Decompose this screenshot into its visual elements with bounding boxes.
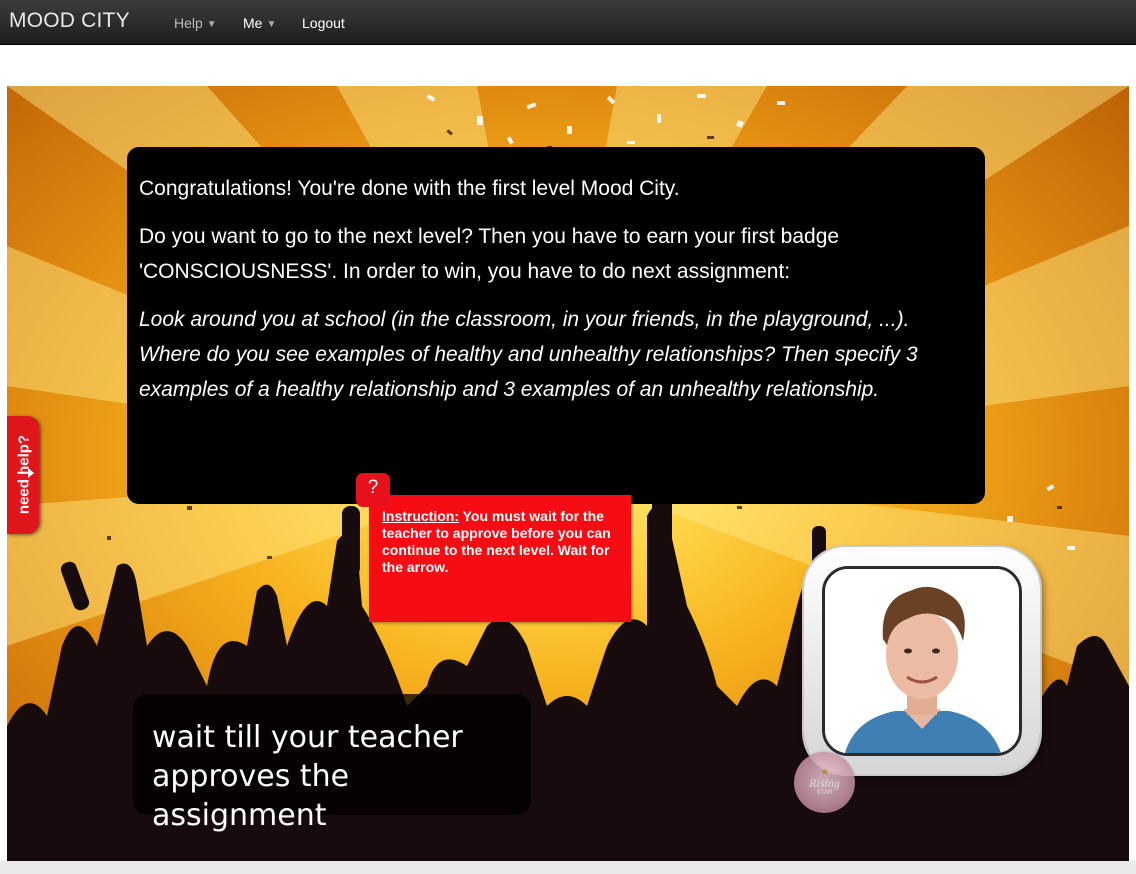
- question-icon[interactable]: ?: [356, 473, 390, 507]
- top-navbar: MOOD CITY Help ▼ Me ▼ Logout: [0, 0, 1136, 45]
- help-menu-label: Help: [174, 15, 203, 31]
- instruction-label: Instruction:: [382, 508, 459, 524]
- message-paragraph-1: Congratulations! You're done with the fi…: [139, 177, 680, 200]
- need-help-tab[interactable]: need help?: [7, 416, 39, 534]
- me-menu[interactable]: Me ▼: [243, 15, 276, 31]
- instruction-box: Instruction: You must wait for the teach…: [369, 495, 631, 622]
- seal-subtitle: STAR: [816, 790, 833, 796]
- message-paragraph-2: Do you want to go to the next level? The…: [139, 225, 840, 283]
- caret-down-icon: ▼: [266, 19, 277, 30]
- bottom-strip: [0, 861, 1136, 874]
- rising-star-seal: ★ Rising STAR: [794, 752, 855, 813]
- app-brand[interactable]: MOOD CITY: [9, 9, 130, 33]
- me-menu-label: Me: [243, 15, 263, 31]
- seal-title: Rising: [809, 776, 840, 790]
- avatar-frame: [804, 547, 1040, 774]
- wait-message: wait till your teacher approves the assi…: [133, 694, 531, 833]
- help-menu[interactable]: Help ▼: [174, 15, 217, 31]
- caret-down-icon: ▼: [206, 19, 217, 30]
- avatar-portrait: [825, 569, 1019, 753]
- avatar: [822, 566, 1022, 756]
- arrow-right-icon: [28, 468, 34, 478]
- logout-link[interactable]: Logout: [302, 15, 345, 31]
- assignment-text: Look around you at school (in the classr…: [139, 308, 918, 401]
- congratulations-message: Congratulations! You're done with the fi…: [127, 147, 985, 504]
